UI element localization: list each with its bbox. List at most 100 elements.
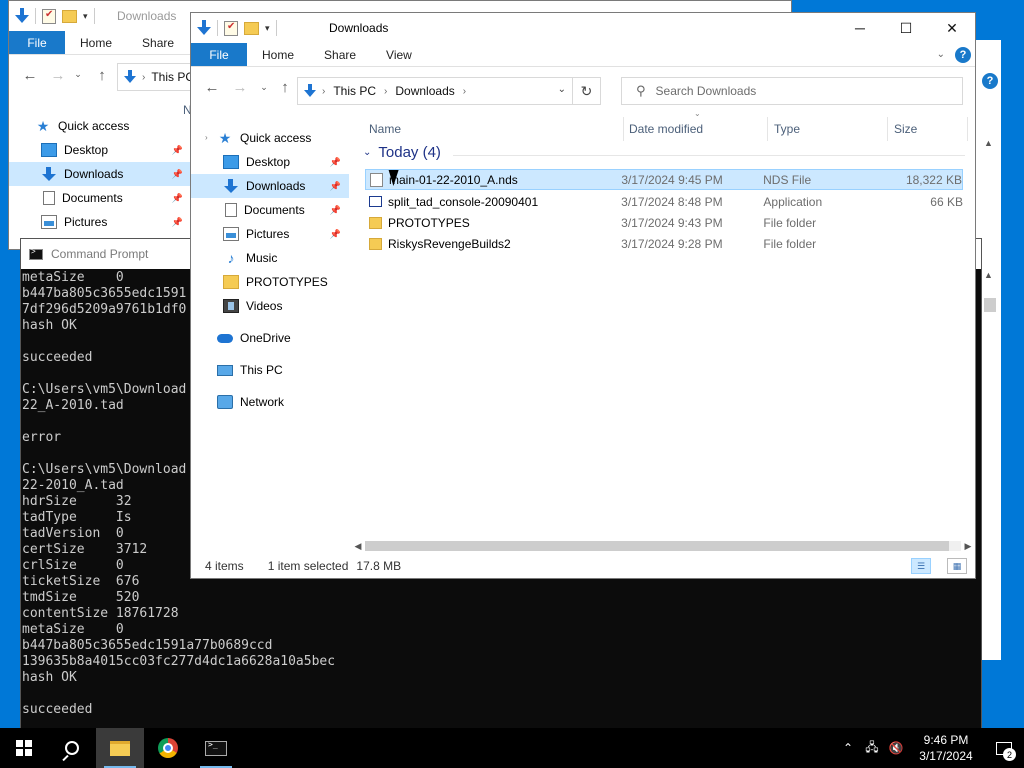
clock[interactable]: 9:46 PM 3/17/2024 <box>908 732 984 764</box>
close-button[interactable]: ✕ <box>929 13 975 43</box>
nav-documents[interactable]: Documents 📌 <box>191 198 349 222</box>
downloads-icon <box>41 167 57 181</box>
horizontal-scrollbar[interactable]: ◀ ▶ <box>351 539 975 553</box>
address-history-chevron-icon[interactable]: ⌄ <box>558 84 566 95</box>
back-recent-chevron-icon[interactable]: ⌄ <box>67 69 89 80</box>
back-tab-home[interactable]: Home <box>65 31 127 54</box>
taskbar-search-button[interactable] <box>48 728 96 768</box>
back-nav-downloads[interactable]: Downloads 📌 <box>9 162 191 186</box>
address-bar[interactable]: › This PC › Downloads › ⌄ ↻ <box>297 77 601 105</box>
back-file-tab[interactable]: File <box>9 31 65 54</box>
back-arrow-icon[interactable]: ← <box>201 79 223 96</box>
column-header-size[interactable]: Size <box>894 117 917 141</box>
scroll-up-arrow-icon[interactable]: ▲ <box>984 138 993 148</box>
pin-icon[interactable]: 📌 <box>330 181 341 192</box>
start-button[interactable] <box>0 728 48 768</box>
collapse-chevron-icon[interactable]: ⌄ <box>363 147 371 158</box>
nav-quick-access[interactable]: ★ Quick access <box>191 126 349 150</box>
crumb-downloads[interactable]: Downloads <box>395 84 454 98</box>
pin-icon[interactable]: 📌 <box>172 169 183 180</box>
folder-icon <box>369 237 382 250</box>
pin-icon[interactable]: 📌 <box>330 157 341 168</box>
tab-home[interactable]: Home <box>247 43 309 66</box>
back-up-arrow-icon[interactable]: ↑ <box>91 67 113 84</box>
chevron-down-icon[interactable]: ▾ <box>265 23 270 34</box>
back-tab-share[interactable]: Share <box>127 31 189 54</box>
column-header-name[interactable]: Name <box>369 117 401 141</box>
pin-icon[interactable]: 📌 <box>330 205 341 216</box>
file-row[interactable]: main-01-22-2010_A.nds 3/17/2024 9:45 PM … <box>365 169 963 190</box>
help-icon[interactable]: ? <box>982 73 998 89</box>
large-icons-view-icon[interactable]: ▦ <box>947 558 967 574</box>
nav-desktop[interactable]: Desktop 📌 <box>191 150 349 174</box>
scroll-thumb[interactable] <box>365 541 950 551</box>
column-header-type[interactable]: Type <box>774 117 800 141</box>
nav-this-pc[interactable]: This PC <box>191 358 349 382</box>
taskbar-file-explorer[interactable] <box>96 728 144 768</box>
back-nav-quick-access[interactable]: ★ Quick access <box>9 114 191 138</box>
nav-network[interactable]: Network <box>191 390 349 414</box>
chevron-right-icon[interactable]: › <box>384 86 387 97</box>
column-header-date-modified[interactable]: Date modified <box>629 117 703 141</box>
navigation-pane: › ★ Quick access Desktop 📌 Downloads 📌 Docu… <box>191 123 349 543</box>
action-center-button[interactable]: 2 <box>984 728 1024 768</box>
nav-videos[interactable]: Videos <box>191 294 349 318</box>
nav-downloads[interactable]: Downloads 📌 <box>191 174 349 198</box>
console-line: b447ba805c3655edc1591a77b0689ccd <box>22 638 273 653</box>
properties-icon[interactable] <box>42 8 56 24</box>
onedrive-icon <box>217 333 233 343</box>
file-row[interactable]: PROTOTYPES 3/17/2024 9:43 PM File folder <box>365 212 963 233</box>
taskbar-chrome[interactable] <box>144 728 192 768</box>
console-line: contentSize 18761728 <box>22 606 179 621</box>
forward-arrow-icon[interactable]: → <box>229 79 251 96</box>
pin-icon[interactable]: 📌 <box>172 217 183 228</box>
help-icon[interactable]: ? <box>955 46 971 63</box>
network-status-icon[interactable]: 🖧 <box>860 738 884 759</box>
nav-pictures[interactable]: Pictures 📌 <box>191 222 349 246</box>
nav-music[interactable]: ♪ Music <box>191 246 349 270</box>
pin-icon[interactable]: 📌 <box>330 229 341 240</box>
group-header-today[interactable]: ⌄ Today (4) <box>363 144 441 161</box>
volume-muted-icon[interactable]: 🔇 <box>884 741 908 755</box>
back-nav-desktop[interactable]: Desktop 📌 <box>9 138 191 162</box>
minimize-button[interactable]: ─ <box>837 13 883 43</box>
details-view-icon[interactable]: ☰ <box>911 558 931 574</box>
tab-view[interactable]: View <box>371 43 427 66</box>
new-folder-icon[interactable] <box>244 21 259 35</box>
scroll-right-arrow-icon[interactable]: ▶ <box>961 541 975 552</box>
properties-icon[interactable] <box>224 20 238 36</box>
back-back-arrow-icon[interactable]: ← <box>19 67 41 84</box>
up-arrow-icon[interactable]: ↑ <box>274 79 296 96</box>
recent-locations-chevron-icon[interactable]: ⌄ <box>253 82 275 93</box>
scroll-thumb[interactable] <box>984 298 996 312</box>
refresh-button[interactable]: ↻ <box>572 78 600 104</box>
nav-prototypes[interactable]: PROTOTYPES <box>191 270 349 294</box>
chevron-down-icon[interactable]: ▾ <box>83 11 88 22</box>
nav-onedrive[interactable]: OneDrive <box>191 326 349 350</box>
file-tab[interactable]: File <box>191 43 247 66</box>
pin-icon[interactable]: 📌 <box>172 145 183 156</box>
taskbar-command-prompt[interactable] <box>192 728 240 768</box>
maximize-button[interactable]: ☐ <box>883 13 929 43</box>
pin-icon[interactable]: 📌 <box>172 193 183 204</box>
back-nav-documents[interactable]: Documents 📌 <box>9 186 191 210</box>
new-folder-icon[interactable] <box>62 9 77 23</box>
windows-logo-icon <box>16 740 32 756</box>
chevron-right-icon[interactable]: › <box>463 86 466 97</box>
file-row[interactable]: split_tad_console-20090401 3/17/2024 8:4… <box>365 191 963 212</box>
scroll-up-arrow-icon[interactable]: ▲ <box>984 270 993 280</box>
file-row[interactable]: RiskysRevengeBuilds2 3/17/2024 9:28 PM F… <box>365 233 963 254</box>
tab-share[interactable]: Share <box>309 43 371 66</box>
search-input[interactable]: ⚲ Search Downloads <box>621 77 963 105</box>
search-icon <box>65 741 79 755</box>
show-hidden-icons-chevron-icon[interactable]: ⌃ <box>836 741 860 755</box>
back-crumb-this-pc[interactable]: This PC <box>151 70 194 84</box>
back-address-bar[interactable]: › This PC <box>117 63 197 91</box>
back-nav-pictures[interactable]: Pictures 📌 <box>9 210 191 234</box>
back-forward-arrow-icon[interactable]: → <box>47 67 69 84</box>
expand-ribbon-icon[interactable]: ⌄ <box>937 49 945 60</box>
file-icon <box>370 172 383 187</box>
back-ribbon: File Home Share <box>9 31 199 55</box>
crumb-this-pc[interactable]: This PC <box>333 84 376 98</box>
scroll-left-arrow-icon[interactable]: ◀ <box>351 541 365 552</box>
